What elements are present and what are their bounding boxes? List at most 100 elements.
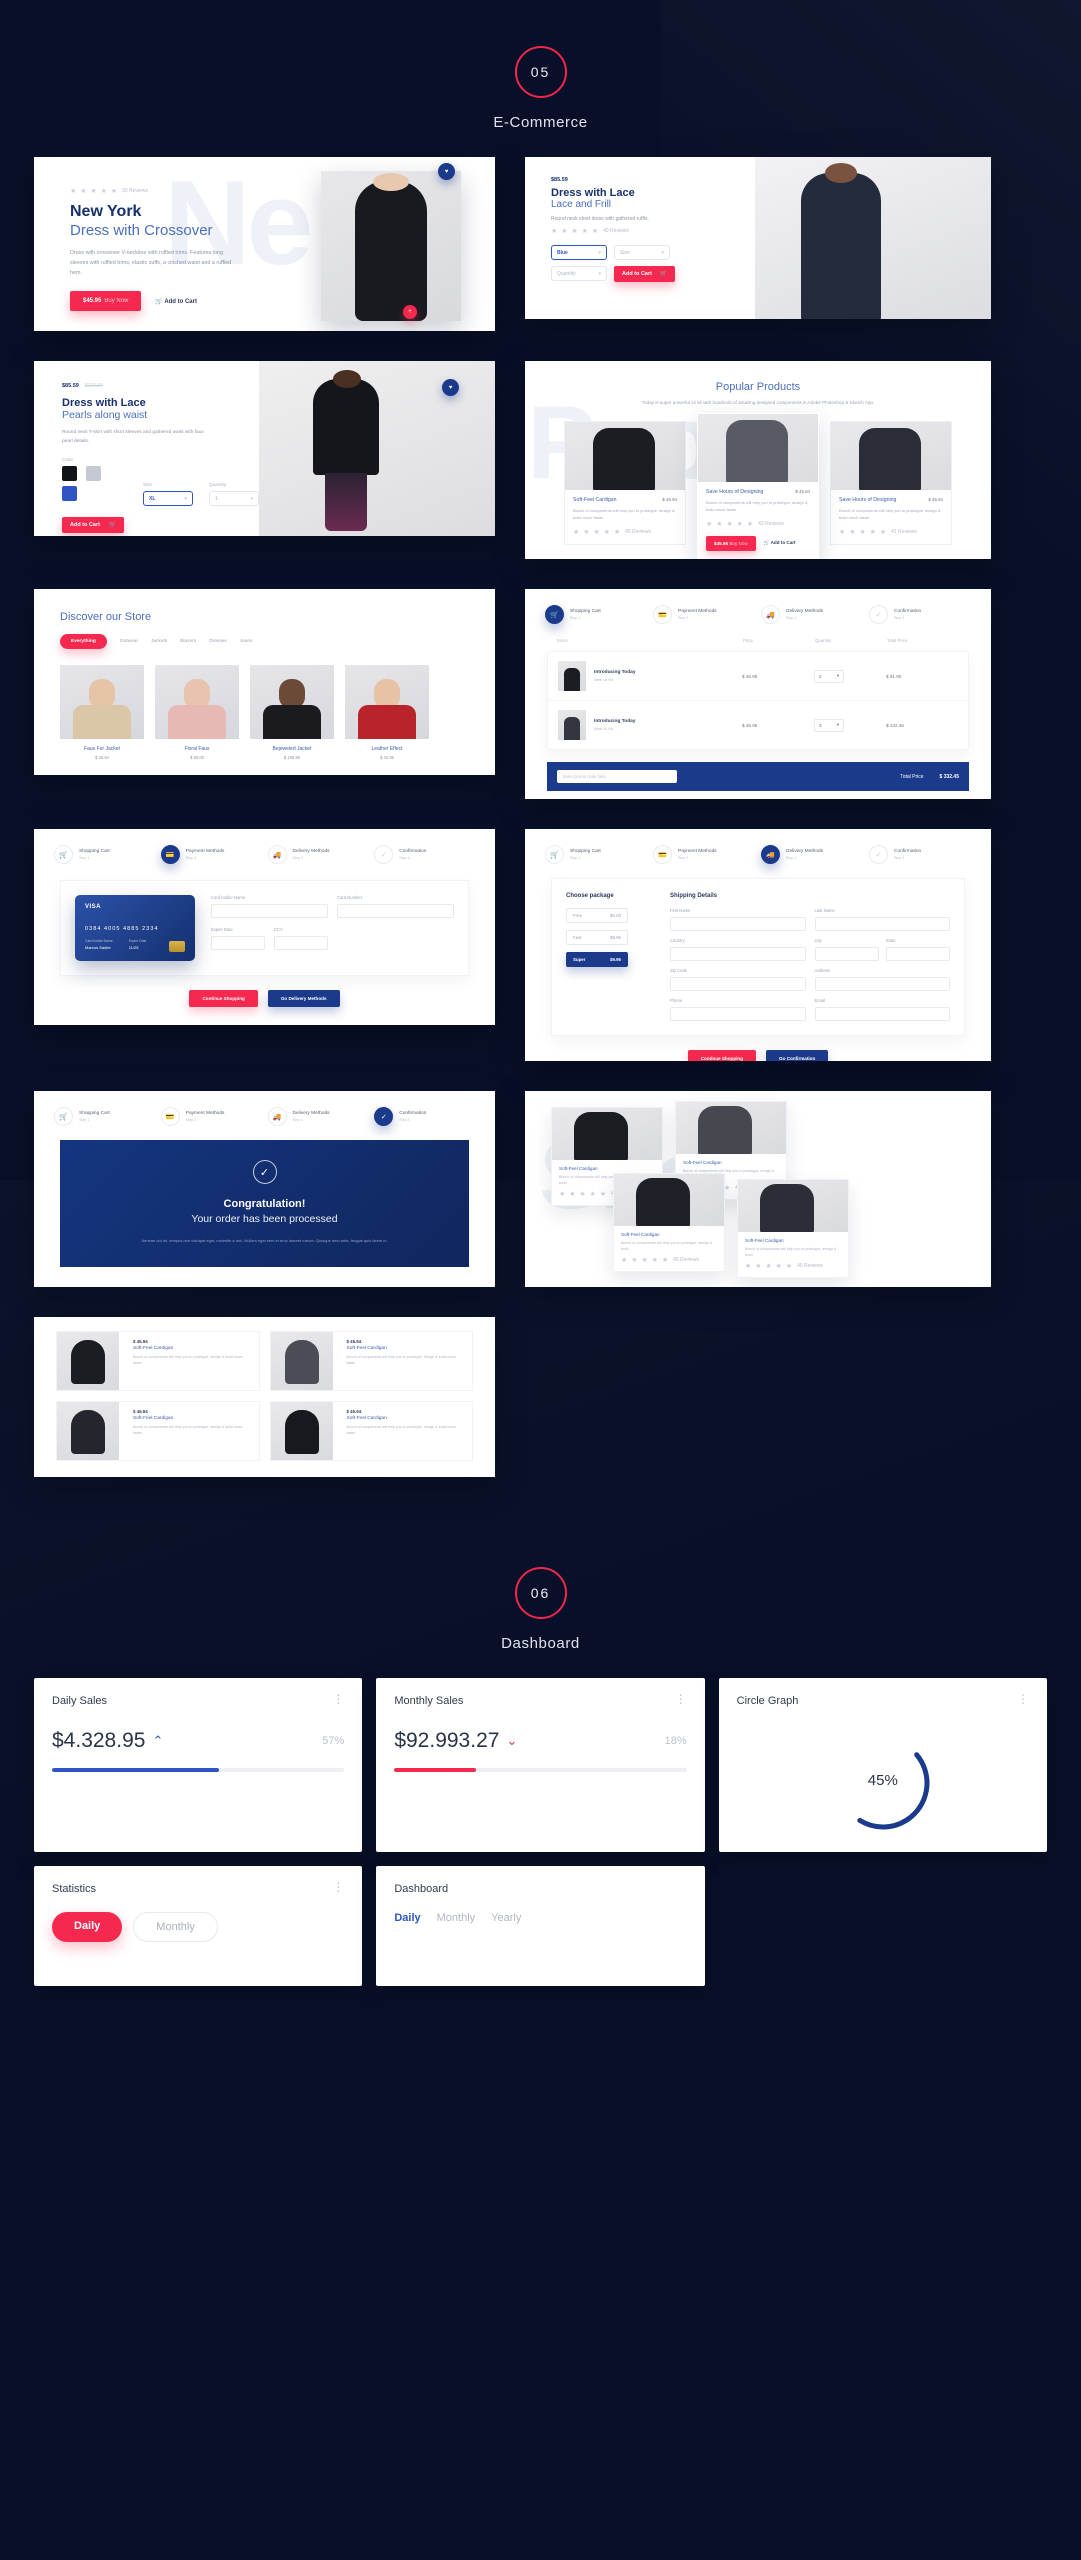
tab-monthly[interactable]: Monthly [437, 1912, 476, 1924]
list-item[interactable]: $ 45.94 Soft-Feel Cardigan Bunch of comp… [269, 1331, 473, 1391]
chip-everything[interactable]: Everything [60, 634, 107, 649]
favorite-badge-icon[interactable]: ♥ [442, 379, 459, 396]
tab-daily[interactable]: Daily [394, 1912, 420, 1924]
list-item[interactable]: $ 45.94 Soft-Feel Cardigan Bunch of comp… [56, 1331, 260, 1391]
chip-blazers[interactable]: Blazers [180, 639, 196, 644]
city-field[interactable] [814, 947, 879, 961]
swatch-blue[interactable] [62, 486, 77, 502]
expire-date-input[interactable] [211, 936, 265, 950]
email-field[interactable] [814, 1007, 950, 1021]
chip-dresses[interactable]: Dresses [209, 639, 227, 644]
step-delivery-methods[interactable]: 🚚 Delivery Methods Step 3 [267, 1107, 369, 1126]
size-select[interactable]: XL ▾ [143, 491, 193, 507]
add-to-cart-button[interactable]: Add to Cart 🛒 [614, 266, 675, 282]
address-field[interactable] [814, 977, 950, 991]
card-dashboard[interactable]: Dashboard Daily Monthly Yearly [376, 1866, 705, 1986]
step-payment-methods[interactable]: 💳 Payment Methods Step 2 [653, 845, 755, 864]
kebab-menu-icon[interactable]: ⋮ [332, 1881, 344, 1893]
step-shopping-cart[interactable]: 🛒 Shopping Cart Step 1 [54, 1107, 155, 1126]
toggle-monthly[interactable]: Monthly [133, 1912, 218, 1942]
step-shopping-cart[interactable]: 🛒 Shopping Cart Step 1 [545, 845, 647, 864]
shot-product-hero-newyork[interactable]: Ne ★ ★ ★ ★ ★ 30 Reviews New York Dress w… [34, 157, 495, 331]
step-payment-methods[interactable]: 💳 Payment Methods Step 2 [160, 845, 262, 864]
card-daily-sales[interactable]: Daily Sales ⋮ $4.328.95 ⌃ 57% [34, 1678, 363, 1852]
shot-delivery-methods[interactable]: 🛒 Shopping Cart Step 1 💳 Payment Methods S… [525, 829, 991, 1061]
list-item[interactable]: $ 45.94 Soft-Feel Cardigan Bunch of comp… [269, 1401, 473, 1461]
store-product[interactable]: Faux Fur Jacket $ 45.94 [60, 665, 144, 760]
quantity-stepper[interactable]: 3 ▾ [814, 718, 844, 732]
kebab-menu-icon[interactable]: ⋮ [1017, 1693, 1029, 1705]
zip-code-field[interactable] [670, 977, 806, 991]
toggle-daily[interactable]: Daily [52, 1912, 123, 1942]
promo-code-input[interactable]: Enter promo code here [557, 770, 677, 783]
kebab-menu-icon[interactable]: ⋮ [675, 1693, 687, 1705]
phone-field[interactable] [670, 1007, 806, 1021]
shot-product-hero-dresslace[interactable]: DW $85.59 Dress with Lace Lace and Frill… [525, 157, 991, 319]
shot-shopping-cart[interactable]: 🛒 Shopping Cart Step 1 💳 Payment Methods S… [525, 589, 991, 799]
package-option-free[interactable]: Free $0.00 [566, 908, 628, 923]
step-delivery-methods[interactable]: 🚚 Delivery Methods Step 3 [761, 605, 863, 624]
country-field[interactable] [670, 947, 806, 961]
color-swatches[interactable] [62, 466, 127, 506]
step-confirmation[interactable]: ✓ Confirmation Step 4 [374, 1107, 475, 1126]
tab-yearly[interactable]: Yearly [491, 1912, 521, 1924]
continue-shopping-button[interactable]: Continue Shopping [189, 990, 258, 1007]
last-name-field[interactable] [814, 917, 950, 931]
card-circle-graph[interactable]: Circle Graph ⋮ 45% [718, 1678, 1047, 1852]
color-select[interactable]: Blue ▾ [551, 245, 607, 260]
card-number-input[interactable] [337, 904, 454, 918]
swatch-grey[interactable] [86, 466, 102, 482]
shot-product-pearls[interactable]: $85.59 $120.59 Dress with Lace Pearls al… [34, 361, 495, 536]
size-select[interactable]: Size ▾ [614, 245, 670, 260]
swatch-black[interactable] [62, 466, 77, 482]
store-product[interactable]: Floral Faux $ 90.00 [155, 665, 239, 760]
card-holder-input[interactable] [211, 904, 328, 918]
step-shopping-cart[interactable]: 🛒 Shopping Cart Step 1 [545, 605, 647, 624]
add-to-cart-link[interactable]: 🛒 Add to Cart [764, 540, 796, 546]
product-card[interactable]: Save Hours of Designing $ 45.94 Bunch of… [830, 421, 952, 545]
continue-shopping-button[interactable]: Continue Shopping [687, 1050, 757, 1061]
step-payment-methods[interactable]: 💳 Payment Methods Step 2 [653, 605, 755, 624]
first-name-field[interactable] [670, 917, 806, 931]
product-card-highlighted[interactable]: Save Hours of Designing $ 45.94 Bunch of… [697, 413, 819, 559]
buy-now-button[interactable]: $45.95 Buy Now [706, 535, 756, 551]
chip-outwear[interactable]: Outwear [120, 639, 138, 644]
shot-popular-products[interactable]: Pop Popular Products Today is super powe… [525, 361, 991, 559]
quantity-select[interactable]: Quantity ▾ [551, 266, 607, 281]
shot-scattered-cards[interactable]: Sho Soft-Feel Cardigan Bunch of componen… [525, 1091, 991, 1287]
step-confirmation[interactable]: ✓ Confirmation Step 4 [869, 845, 971, 864]
go-confirmation-button[interactable]: Go Confirmation [766, 1050, 829, 1061]
shot-payment-methods[interactable]: 🛒 Shopping Cart Step 1 💳 Payment Methods S… [34, 829, 495, 1025]
buy-now-button[interactable]: $45.95 Buy Now [70, 291, 142, 311]
quantity-stepper[interactable]: 2 ▾ [814, 669, 844, 683]
state-field[interactable] [885, 947, 950, 961]
quantity-select[interactable]: 1 ▾ [209, 491, 259, 507]
step-shopping-cart[interactable]: 🛒 Shopping Cart Step 1 [54, 845, 155, 864]
step-delivery-methods[interactable]: 🚚 Delivery Methods Step 3 [267, 845, 369, 864]
shot-confirmation[interactable]: 🛒 Shopping Cart Step 1 💳 Payment Methods S… [34, 1091, 495, 1287]
step-delivery-methods[interactable]: 🚚 Delivery Methods Step 3 [761, 845, 863, 864]
step-payment-methods[interactable]: 💳 Payment Methods Step 2 [160, 1107, 262, 1126]
store-product[interactable]: Bejeweled Jacket $ 195.95 [250, 665, 334, 760]
table-row[interactable]: Introducing Today Web UI Kit $ 45.95 3 ▾ [548, 701, 968, 749]
list-item[interactable]: $ 45.94 Soft-Feel Cardigan Bunch of comp… [56, 1401, 260, 1461]
ccv-input[interactable] [274, 936, 328, 950]
product-card[interactable]: Soft-Feel Cardigan Bunch of components w… [737, 1179, 849, 1279]
go-delivery-methods-button[interactable]: Go Delivery Methods [267, 990, 340, 1007]
shot-discover-store[interactable]: Discover our Store Everything Outwear Ja… [34, 589, 495, 775]
product-card[interactable]: Soft-Feel Cardigan $ 45.94 Bunch of comp… [564, 421, 686, 545]
chip-jackets[interactable]: Jackets [151, 639, 167, 644]
add-to-cart-button[interactable]: Add to Cart 🛒 [62, 517, 124, 534]
step-confirmation[interactable]: ✓ Confirmation Step 4 [374, 845, 475, 864]
product-card[interactable]: Soft-Feel Cardigan Bunch of components w… [613, 1173, 725, 1273]
package-option-super[interactable]: Super $9.95 [566, 952, 628, 967]
shot-product-list[interactable]: $ 45.94 Soft-Feel Cardigan Bunch of comp… [34, 1317, 495, 1477]
package-option-fast[interactable]: Fast $9.95 [566, 930, 628, 945]
card-monthly-sales[interactable]: Monthly Sales ⋮ $92.993.27 ⌄ 18% [376, 1678, 705, 1852]
favorite-badge-icon[interactable]: ♥ [438, 163, 455, 180]
kebab-menu-icon[interactable]: ⋮ [332, 1693, 344, 1705]
card-statistics[interactable]: Statistics ⋮ Daily Monthly [34, 1866, 363, 1986]
add-to-cart-link[interactable]: 🛒 Add to Cart [155, 298, 197, 305]
chip-jeans[interactable]: Jeans [240, 639, 253, 644]
step-confirmation[interactable]: ✓ Confirmation Step 4 [869, 605, 971, 624]
